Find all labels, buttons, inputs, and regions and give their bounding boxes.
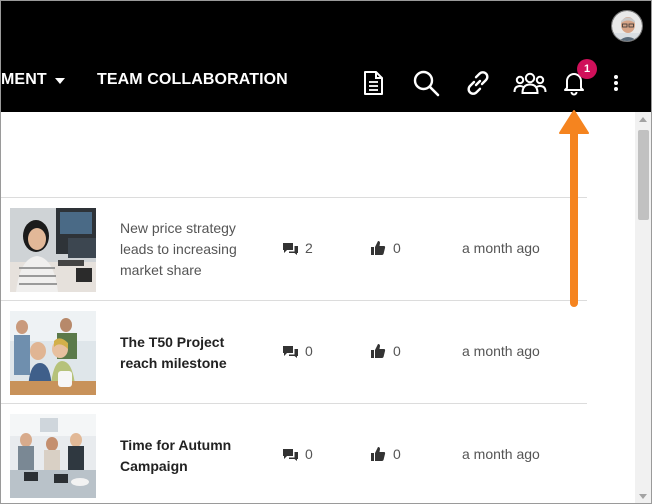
notification-badge: 1 (577, 59, 597, 79)
thumbs-up-icon (370, 343, 386, 364)
post-timestamp: a month ago (462, 240, 540, 256)
likes-count: 0 (393, 240, 401, 256)
comments-icon (282, 448, 299, 467)
scroll-down-icon[interactable] (639, 494, 647, 499)
annotation-arrow-icon (559, 110, 589, 307)
post-thumbnail[interactable] (10, 414, 96, 498)
comments-icon (282, 242, 299, 261)
post-timestamp: a month ago (462, 343, 540, 359)
document-icon[interactable] (357, 67, 389, 99)
more-vertical-icon[interactable] (601, 67, 631, 99)
comments-count: 2 (305, 240, 313, 256)
thumbs-up-icon (370, 446, 386, 467)
likes-count: 0 (393, 343, 401, 359)
list-item[interactable]: The T50 Project reach milestone 0 0 a mo… (1, 301, 587, 404)
link-icon[interactable] (462, 67, 494, 99)
chevron-down-icon[interactable] (55, 78, 65, 84)
top-bar: MENT TEAM COLLABORATION 1 (1, 1, 651, 112)
content-header (1, 112, 587, 198)
app-window: MENT TEAM COLLABORATION 1 New price stra… (0, 0, 652, 504)
post-thumbnail[interactable] (10, 311, 96, 395)
users-icon[interactable] (512, 67, 548, 99)
comments-count: 0 (305, 343, 313, 359)
post-title[interactable]: Time for Autumn Campaign (120, 435, 260, 477)
comments-count: 0 (305, 446, 313, 462)
scrollbar-thumb[interactable] (638, 130, 649, 220)
search-icon[interactable] (410, 67, 442, 99)
comments-icon (282, 345, 299, 364)
nav-item-team-collaboration[interactable]: TEAM COLLABORATION (97, 71, 288, 89)
scroll-up-icon[interactable] (639, 117, 647, 122)
nav-item-management[interactable]: MENT (1, 71, 47, 89)
post-title[interactable]: The T50 Project reach milestone (120, 332, 260, 374)
avatar[interactable] (611, 10, 643, 42)
vertical-scrollbar[interactable] (635, 112, 651, 503)
likes-count: 0 (393, 446, 401, 462)
list-item[interactable]: Time for Autumn Campaign 0 0 a month ago (1, 404, 587, 503)
avatar-image (612, 11, 642, 41)
post-thumbnail[interactable] (10, 208, 96, 292)
post-title[interactable]: New price strategy leads to increasing m… (120, 218, 260, 281)
post-timestamp: a month ago (462, 446, 540, 462)
list-item[interactable]: New price strategy leads to increasing m… (1, 198, 587, 301)
thumbs-up-icon (370, 240, 386, 261)
